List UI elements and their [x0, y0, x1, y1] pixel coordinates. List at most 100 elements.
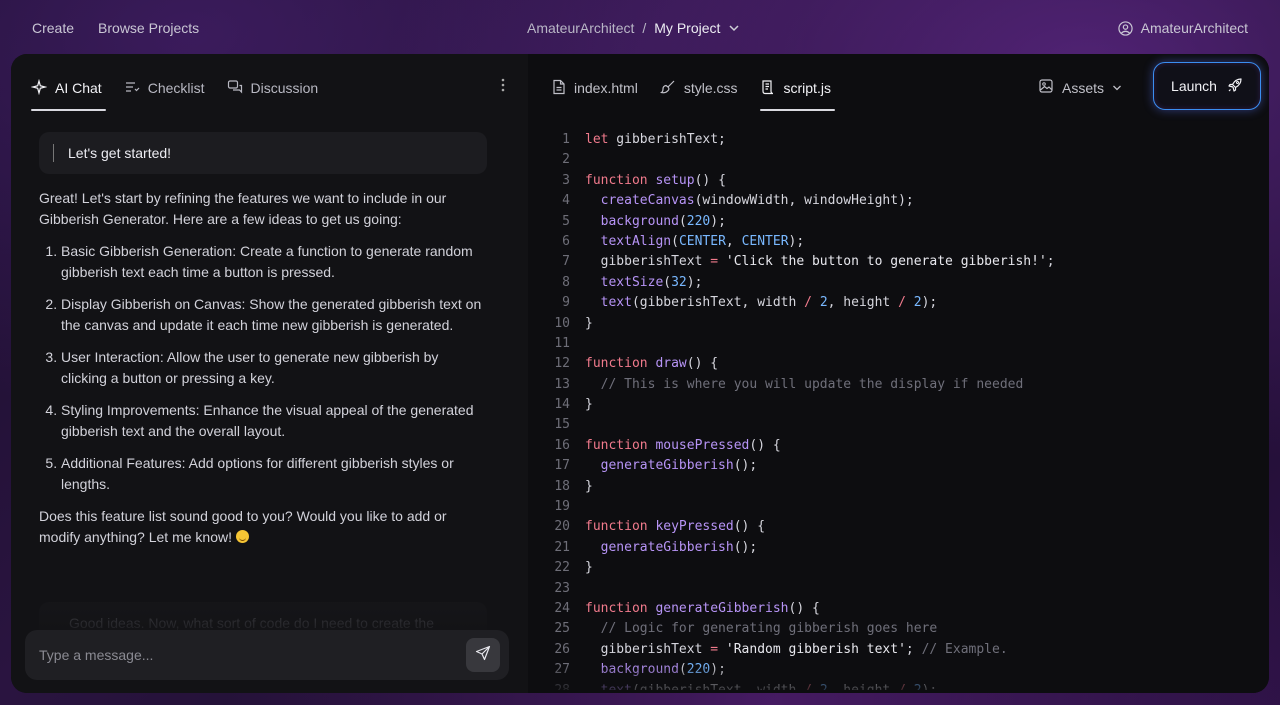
line-number: 2 — [562, 152, 570, 168]
line-number: 1 — [562, 132, 570, 147]
code-text: function keyPressed() { — [585, 519, 766, 535]
sparkle-icon — [30, 78, 48, 98]
code-text: function generateGibberish() { — [585, 600, 820, 616]
chat-bubbles-icon — [227, 79, 243, 98]
launch-button[interactable]: Launch — [1153, 62, 1261, 110]
workspace: AI Chat Checklist Discussion Let's get s… — [11, 54, 1269, 693]
code-line: 10} — [528, 314, 1269, 334]
code-line: 14} — [528, 395, 1269, 415]
assets-dropdown[interactable]: Assets — [1038, 78, 1122, 97]
code-text: function draw() { — [585, 356, 719, 372]
line-number: 15 — [554, 417, 570, 433]
line-number: 26 — [554, 641, 570, 657]
code-line: 19 — [528, 497, 1269, 517]
code-line: 21 generateGibberish(); — [528, 538, 1269, 558]
send-button[interactable] — [466, 638, 500, 672]
line-number: 12 — [554, 356, 570, 372]
code-text: gibberishText = 'Click the button to gen… — [585, 254, 1055, 270]
code-text: let gibberishText; — [585, 132, 726, 147]
line-number: 24 — [554, 600, 570, 616]
breadcrumb-separator: / — [642, 20, 647, 36]
code-line: 25 // Logic for generating gibberish goe… — [528, 619, 1269, 639]
code-text: gibberishText = 'Random gibberish text';… — [585, 641, 1008, 657]
code-line: 23 — [528, 579, 1269, 599]
tab-ai-chat-label: AI Chat — [55, 80, 102, 96]
line-number: 9 — [562, 295, 570, 311]
code-line: 26 gibberishText = 'Random gibberish tex… — [528, 640, 1269, 660]
line-number: 14 — [554, 397, 570, 413]
tab-script-label: script.js — [783, 80, 831, 96]
code-line: 15 — [528, 415, 1269, 435]
paint-brush-icon — [659, 79, 676, 98]
tab-discussion-label: Discussion — [250, 80, 319, 96]
code-line: 8 textSize(32); — [528, 273, 1269, 293]
code-line: 2 — [528, 150, 1269, 170]
line-number: 23 — [554, 580, 570, 596]
code-line: 24 function generateGibberish() { — [528, 599, 1269, 619]
user-circle-icon — [1117, 20, 1133, 36]
rocket-icon — [1227, 77, 1243, 96]
browse-projects-link[interactable]: Browse Projects — [98, 20, 199, 36]
code-text: } — [585, 397, 593, 413]
editor-panel: index.html style.css script.js Assets La… — [528, 54, 1269, 693]
script-icon — [760, 79, 776, 98]
code-line: 7 gibberishText = 'Click the button to g… — [528, 252, 1269, 272]
project-name[interactable]: My Project — [654, 20, 720, 36]
code-line: 1 let gibberishText; — [528, 130, 1269, 150]
code-line: 9 text(gibberishText, width / 2, height … — [528, 293, 1269, 313]
breadcrumb: AmateurArchitect / My Project — [527, 20, 740, 36]
quote-bar — [53, 144, 54, 162]
line-number: 18 — [554, 478, 570, 494]
more-options-icon[interactable] — [501, 78, 505, 96]
line-number: 5 — [562, 213, 570, 229]
message-input[interactable] — [39, 644, 439, 666]
launch-label: Launch — [1171, 78, 1217, 94]
tab-index-html[interactable]: index.html — [552, 74, 638, 102]
code-text: } — [585, 315, 593, 331]
code-text: function setup() { — [585, 172, 726, 188]
code-editor[interactable]: 1 let gibberishText; 2 3 function setup() {4… — [528, 130, 1269, 690]
code-line: 16 function mousePressed() { — [528, 436, 1269, 456]
tab-script-js[interactable]: script.js — [759, 74, 836, 111]
code-text: text(gibberishText, width / 2, height / … — [600, 295, 938, 311]
line-number: 17 — [554, 458, 570, 474]
account-name: AmateurArchitect — [1140, 20, 1248, 36]
code-line: 20 function keyPressed() { — [528, 517, 1269, 537]
user-message: Let's get started! — [39, 132, 487, 174]
tab-index-label: index.html — [574, 80, 638, 96]
chevron-down-icon — [1112, 80, 1122, 96]
chat-messages: Let's get started! Great! Let's start by… — [39, 132, 500, 559]
tab-style-css[interactable]: style.css — [659, 74, 738, 102]
assistant-intro: Great! Let's start by refining the featu… — [39, 190, 447, 227]
breadcrumb-user[interactable]: AmateurArchitect — [527, 20, 634, 36]
line-number: 16 — [554, 437, 570, 453]
code-text: generateGibberish(); — [600, 458, 758, 474]
images-icon — [1038, 78, 1054, 97]
line-number: 10 — [554, 315, 570, 331]
line-number: 25 — [554, 621, 570, 637]
account-menu[interactable]: AmateurArchitect — [1117, 20, 1248, 36]
line-number: 3 — [562, 172, 570, 188]
file-tabs: index.html style.css script.js — [552, 74, 836, 111]
list-item: Styling Improvements: Enhance the visual… — [61, 400, 487, 442]
chevron-down-icon[interactable] — [728, 22, 740, 34]
code-text: generateGibberish(); — [600, 539, 758, 555]
code-line: 5 background(220); — [528, 212, 1269, 232]
left-tabs: AI Chat Checklist Discussion — [30, 74, 319, 111]
create-link[interactable]: Create — [32, 20, 74, 36]
code-line: 17 generateGibberish(); — [528, 456, 1269, 476]
user-message-text: Good ideas. Now, what sort of code do I … — [69, 615, 435, 631]
smile-emoji-icon — [235, 530, 249, 543]
line-number: 11 — [554, 335, 570, 351]
tab-discussion[interactable]: Discussion — [227, 74, 319, 102]
code-line: 11 — [528, 334, 1269, 354]
list-item: Basic Gibberish Generation: Create a fun… — [61, 241, 487, 283]
send-icon — [475, 645, 491, 666]
assistant-outro: Does this feature list sound good to you… — [39, 506, 487, 548]
list-icon — [124, 79, 140, 98]
line-number: 8 — [562, 274, 570, 290]
code-text: function mousePressed() { — [585, 437, 781, 453]
tab-checklist[interactable]: Checklist — [124, 74, 205, 102]
file-icon — [552, 79, 566, 98]
tab-ai-chat[interactable]: AI Chat — [30, 74, 106, 111]
